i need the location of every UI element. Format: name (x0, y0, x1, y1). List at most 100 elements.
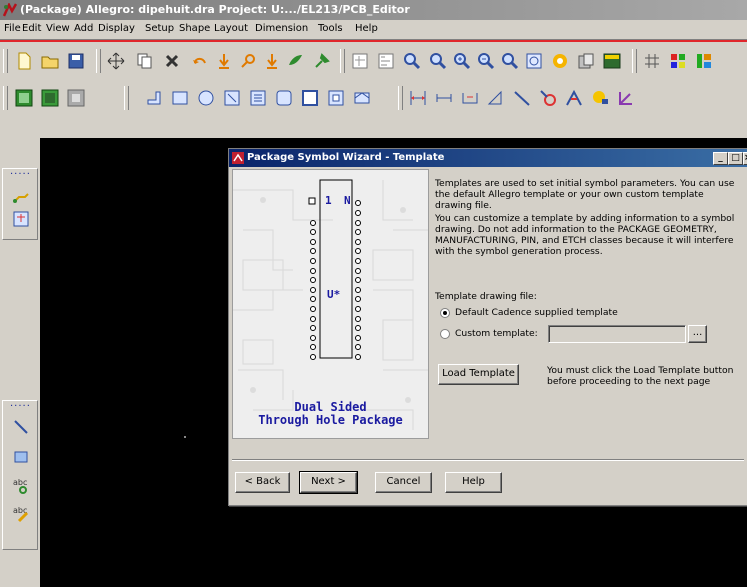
angle-icon[interactable] (616, 88, 636, 108)
flip-board-icon[interactable] (602, 51, 622, 71)
dip-pin-left (310, 354, 316, 360)
customize-text: You can customize a template by adding i… (435, 213, 735, 257)
grid-icon[interactable] (452, 51, 472, 71)
toolbar-grip[interactable] (3, 86, 8, 110)
line-icon[interactable] (248, 88, 268, 108)
dip-pin-left (310, 286, 316, 293)
menu-view[interactable]: View (46, 23, 70, 34)
default-template-radio[interactable] (440, 308, 450, 318)
layer-all-icon[interactable] (40, 88, 60, 108)
undo-icon[interactable] (190, 51, 210, 71)
menu-setup[interactable]: Setup (145, 23, 174, 34)
palette-grip-icon[interactable]: ····· (10, 169, 31, 180)
menu-add[interactable]: Add (74, 23, 93, 34)
trace-icon[interactable] (11, 185, 31, 205)
menu-edit[interactable]: Edit (22, 23, 41, 34)
text-icon[interactable] (222, 88, 242, 108)
delete-icon[interactable] (162, 51, 182, 71)
dimension-angle-icon[interactable] (460, 88, 480, 108)
chamfer-icon[interactable] (538, 88, 558, 108)
menu-help[interactable]: Help (355, 23, 378, 34)
redraw-icon[interactable] (550, 51, 570, 71)
move-icon[interactable] (106, 51, 126, 71)
custom-template-radio[interactable] (440, 329, 450, 339)
close-button[interactable]: × (743, 152, 747, 165)
default-template-label[interactable]: Default Cadence supplied template (455, 307, 715, 318)
intro-text: Templates are used to set initial symbol… (435, 178, 735, 211)
dimension-linear-icon[interactable] (408, 88, 428, 108)
dip-pin-right (355, 219, 361, 226)
measure-icon[interactable] (590, 88, 610, 108)
draw-rect-icon[interactable] (11, 447, 31, 467)
flip-icon[interactable] (428, 51, 448, 71)
toolbar-grip[interactable] (340, 49, 345, 73)
toolbar-grip[interactable] (398, 86, 403, 110)
custom-template-input[interactable] (548, 325, 686, 343)
new-file-icon[interactable] (14, 51, 34, 71)
dimension-datum-icon[interactable] (434, 88, 454, 108)
cancel-button[interactable]: Cancel (375, 472, 432, 493)
zoom-previous-icon[interactable] (350, 51, 370, 71)
copy-icon[interactable] (134, 51, 154, 71)
dip-pin-right (355, 267, 361, 274)
menu-dimension[interactable]: Dimension (255, 23, 308, 34)
frame-icon[interactable] (326, 88, 346, 108)
3d-view-icon[interactable] (576, 51, 596, 71)
open-folder-icon[interactable] (40, 51, 60, 71)
menu-file[interactable]: File (4, 23, 21, 34)
menu-tools[interactable]: Tools (318, 23, 343, 34)
toolbar-grip[interactable] (96, 49, 101, 73)
toolbar-grip[interactable] (3, 49, 8, 73)
add-pin-icon[interactable] (144, 88, 164, 108)
draw-line-icon[interactable] (11, 417, 31, 437)
template-preview: 1 N U* Dual Sided Through Hole Package (232, 169, 429, 439)
rounded-rect-icon[interactable] (274, 88, 294, 108)
help-button[interactable]: Help (445, 472, 502, 493)
circle-icon[interactable] (196, 88, 216, 108)
browse-button[interactable]: ... (688, 325, 707, 343)
zoom-in-icon[interactable] (312, 51, 332, 71)
square-icon[interactable] (300, 88, 320, 108)
grid-toggle-icon[interactable] (642, 51, 662, 71)
back-button[interactable]: < Back (235, 472, 290, 493)
pin-icon[interactable] (238, 51, 258, 71)
menu-layout[interactable]: Layout (214, 23, 248, 34)
leader-icon[interactable] (486, 88, 506, 108)
rectangle-icon[interactable] (170, 88, 190, 108)
balloon-icon[interactable] (512, 88, 532, 108)
color-palette-icon[interactable] (668, 51, 688, 71)
toolbar-grip[interactable] (124, 86, 129, 110)
main-toolbar (0, 43, 747, 80)
custom-template-label[interactable]: Custom template: (455, 328, 555, 339)
layer-visibility-icon[interactable] (14, 88, 34, 108)
refresh-icon[interactable] (376, 51, 396, 71)
window-title: (Package) Allegro: dipehuit.dra Project:… (20, 3, 410, 16)
palette-grip-icon[interactable]: ····· (10, 401, 31, 412)
load-template-button[interactable]: Load Template (438, 364, 519, 385)
fillet-icon[interactable] (564, 88, 584, 108)
shaded-3d-icon[interactable] (402, 51, 422, 71)
minimize-button[interactable]: _ (713, 152, 728, 165)
add-text-icon[interactable]: abc (11, 475, 31, 495)
redo-icon[interactable] (214, 51, 234, 71)
pin-table-icon[interactable] (11, 209, 31, 229)
next-button[interactable]: Next > (299, 471, 358, 494)
package-symbol-wizard-dialog: Package Symbol Wizard - Template _ □ × 1… (228, 148, 747, 506)
slot-icon[interactable] (352, 88, 372, 108)
color-icon[interactable] (476, 51, 496, 71)
layer-palette-icon[interactable] (694, 51, 714, 71)
zoom-world-icon[interactable] (524, 51, 544, 71)
toolbar-grip[interactable] (632, 49, 637, 73)
zoom-fit-icon[interactable] (286, 51, 306, 71)
edit-text-icon[interactable]: abc (11, 503, 31, 523)
zoom-window-icon[interactable] (500, 51, 520, 71)
maximize-button[interactable]: □ (728, 152, 743, 165)
layer-none-icon[interactable] (66, 88, 86, 108)
menu-shape[interactable]: Shape (179, 23, 210, 34)
secondary-toolbar (0, 80, 747, 116)
unrats-icon[interactable] (262, 51, 282, 71)
dialog-title-bar[interactable]: Package Symbol Wizard - Template _ □ × (229, 149, 747, 167)
menu-display[interactable]: Display (98, 23, 135, 34)
package-caption-line2: Through Hole Package (258, 413, 403, 427)
save-icon[interactable] (66, 51, 86, 71)
